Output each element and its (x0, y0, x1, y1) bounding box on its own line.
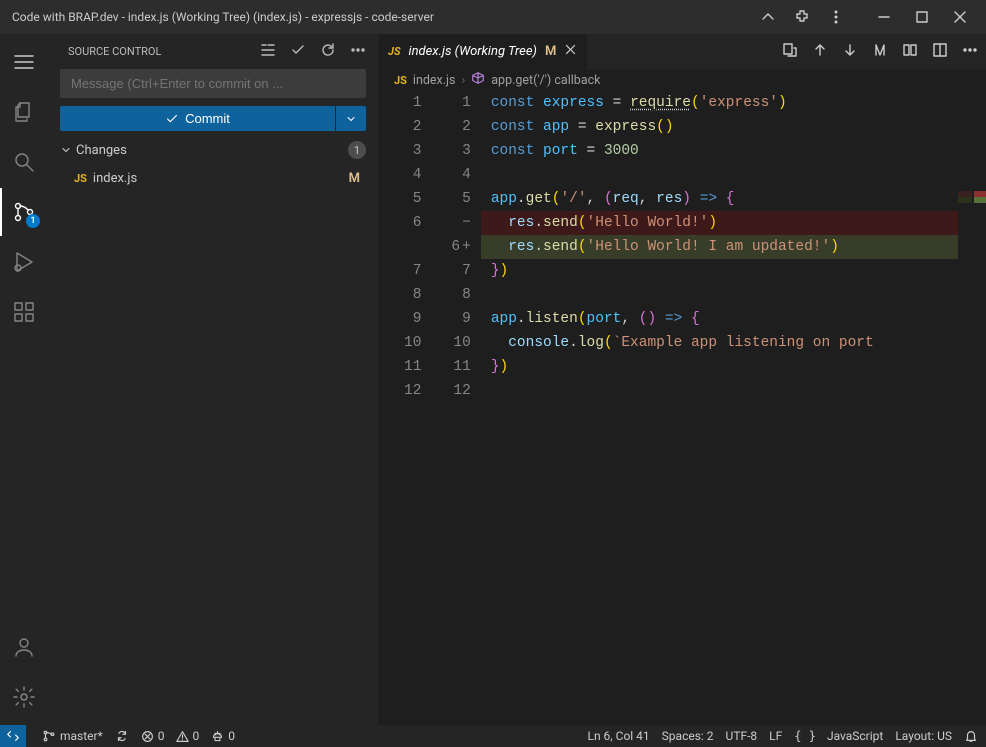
title-bar: Code with BRAP.dev - index.js (Working T… (0, 0, 986, 34)
branch-indicator[interactable]: master* (42, 729, 103, 743)
breadcrumb-separator: › (461, 73, 465, 88)
encoding-indicator[interactable]: UTF-8 (726, 729, 758, 743)
kebab-menu-icon[interactable] (828, 9, 844, 25)
tab-index-diff[interactable]: JS index.js (Working Tree) M (378, 34, 588, 69)
refresh-icon[interactable] (320, 42, 336, 61)
commit-message-input[interactable] (60, 69, 366, 98)
search-icon[interactable] (0, 138, 48, 186)
commit-dropdown[interactable] (336, 106, 366, 131)
changes-section-header[interactable]: Changes 1 (60, 139, 366, 161)
chevron-down-icon (60, 144, 72, 156)
activity-bar: 1 (0, 34, 48, 725)
close-icon[interactable] (952, 9, 968, 25)
original-line-gutter: 123456789101112 (384, 91, 431, 725)
go-to-file-icon[interactable] (782, 42, 798, 62)
tab-close-icon[interactable] (564, 43, 577, 60)
sync-indicator[interactable] (115, 729, 129, 743)
more-actions-icon[interactable] (962, 42, 978, 62)
extensions-icon[interactable] (0, 288, 48, 336)
maximize-icon[interactable] (914, 9, 930, 25)
tab-label: index.js (Working Tree) (409, 44, 537, 59)
breadcrumb-file: index.js (413, 73, 456, 88)
indent-indicator[interactable]: Spaces: 2 (662, 729, 714, 743)
changed-file-name: index.js (93, 171, 137, 186)
file-status-badge: M (349, 171, 366, 186)
menu-icon[interactable] (0, 38, 48, 86)
account-icon[interactable] (0, 623, 48, 671)
arrow-up-icon[interactable] (812, 42, 828, 62)
modified-line-gutter: 12345−6+789101112 (431, 91, 480, 725)
notifications-icon[interactable] (964, 729, 978, 743)
arrow-down-icon[interactable] (842, 42, 858, 62)
changes-label: Changes (76, 143, 127, 158)
breadcrumb[interactable]: JS index.js › app.get('/') callback (378, 69, 986, 91)
breadcrumb-symbol: app.get('/') callback (491, 73, 600, 88)
tab-status: M (545, 44, 556, 59)
language-indicator[interactable]: { } JavaScript (794, 729, 883, 743)
changed-file-row[interactable]: JS index.js M (60, 169, 366, 188)
chevron-up-icon[interactable] (760, 9, 776, 25)
ports-indicator[interactable]: 0 (211, 729, 235, 743)
commit-button-label: Commit (185, 111, 230, 126)
status-bar: master* 0 0 0 Ln 6, Col 41 Spaces: 2 UTF… (0, 725, 986, 747)
problems-indicator[interactable]: 0 0 (141, 729, 199, 743)
tab-bar: JS index.js (Working Tree) M (378, 34, 986, 69)
changes-count-badge: 1 (348, 141, 366, 159)
method-icon (471, 71, 485, 89)
split-editor-icon[interactable] (932, 42, 948, 62)
debug-icon[interactable] (0, 238, 48, 286)
diff-editor[interactable]: 123456789101112 12345−6+789101112 const … (378, 91, 986, 725)
js-file-icon: JS (394, 74, 407, 87)
explorer-icon[interactable] (0, 88, 48, 136)
source-control-sidebar: SOURCE CONTROL Commit Changes (48, 34, 378, 725)
commit-check-icon[interactable] (290, 42, 306, 61)
commit-button[interactable]: Commit (60, 106, 335, 131)
more-icon[interactable] (350, 42, 366, 61)
code-body[interactable]: const express = require('express')const … (481, 91, 986, 725)
settings-gear-icon[interactable] (0, 673, 48, 721)
extension-puzzle-icon[interactable] (794, 9, 810, 25)
source-control-icon[interactable]: 1 (0, 188, 48, 236)
minimize-icon[interactable] (876, 9, 892, 25)
remote-indicator[interactable] (0, 725, 26, 747)
scm-badge: 1 (26, 214, 40, 228)
inline-diff-icon[interactable] (902, 42, 918, 62)
js-file-icon: JS (388, 45, 401, 58)
editor-group: JS index.js (Working Tree) M JS index.js… (378, 34, 986, 725)
layout-indicator[interactable]: Layout: US (895, 729, 952, 743)
eol-indicator[interactable]: LF (769, 729, 782, 743)
minimap[interactable] (958, 91, 986, 725)
cursor-position[interactable]: Ln 6, Col 41 (587, 729, 649, 743)
window-title: Code with BRAP.dev - index.js (Working T… (8, 10, 434, 24)
view-tree-icon[interactable] (260, 42, 276, 61)
sidebar-title: SOURCE CONTROL (68, 45, 161, 58)
js-file-icon: JS (74, 172, 87, 185)
whitespace-icon[interactable] (872, 42, 888, 62)
